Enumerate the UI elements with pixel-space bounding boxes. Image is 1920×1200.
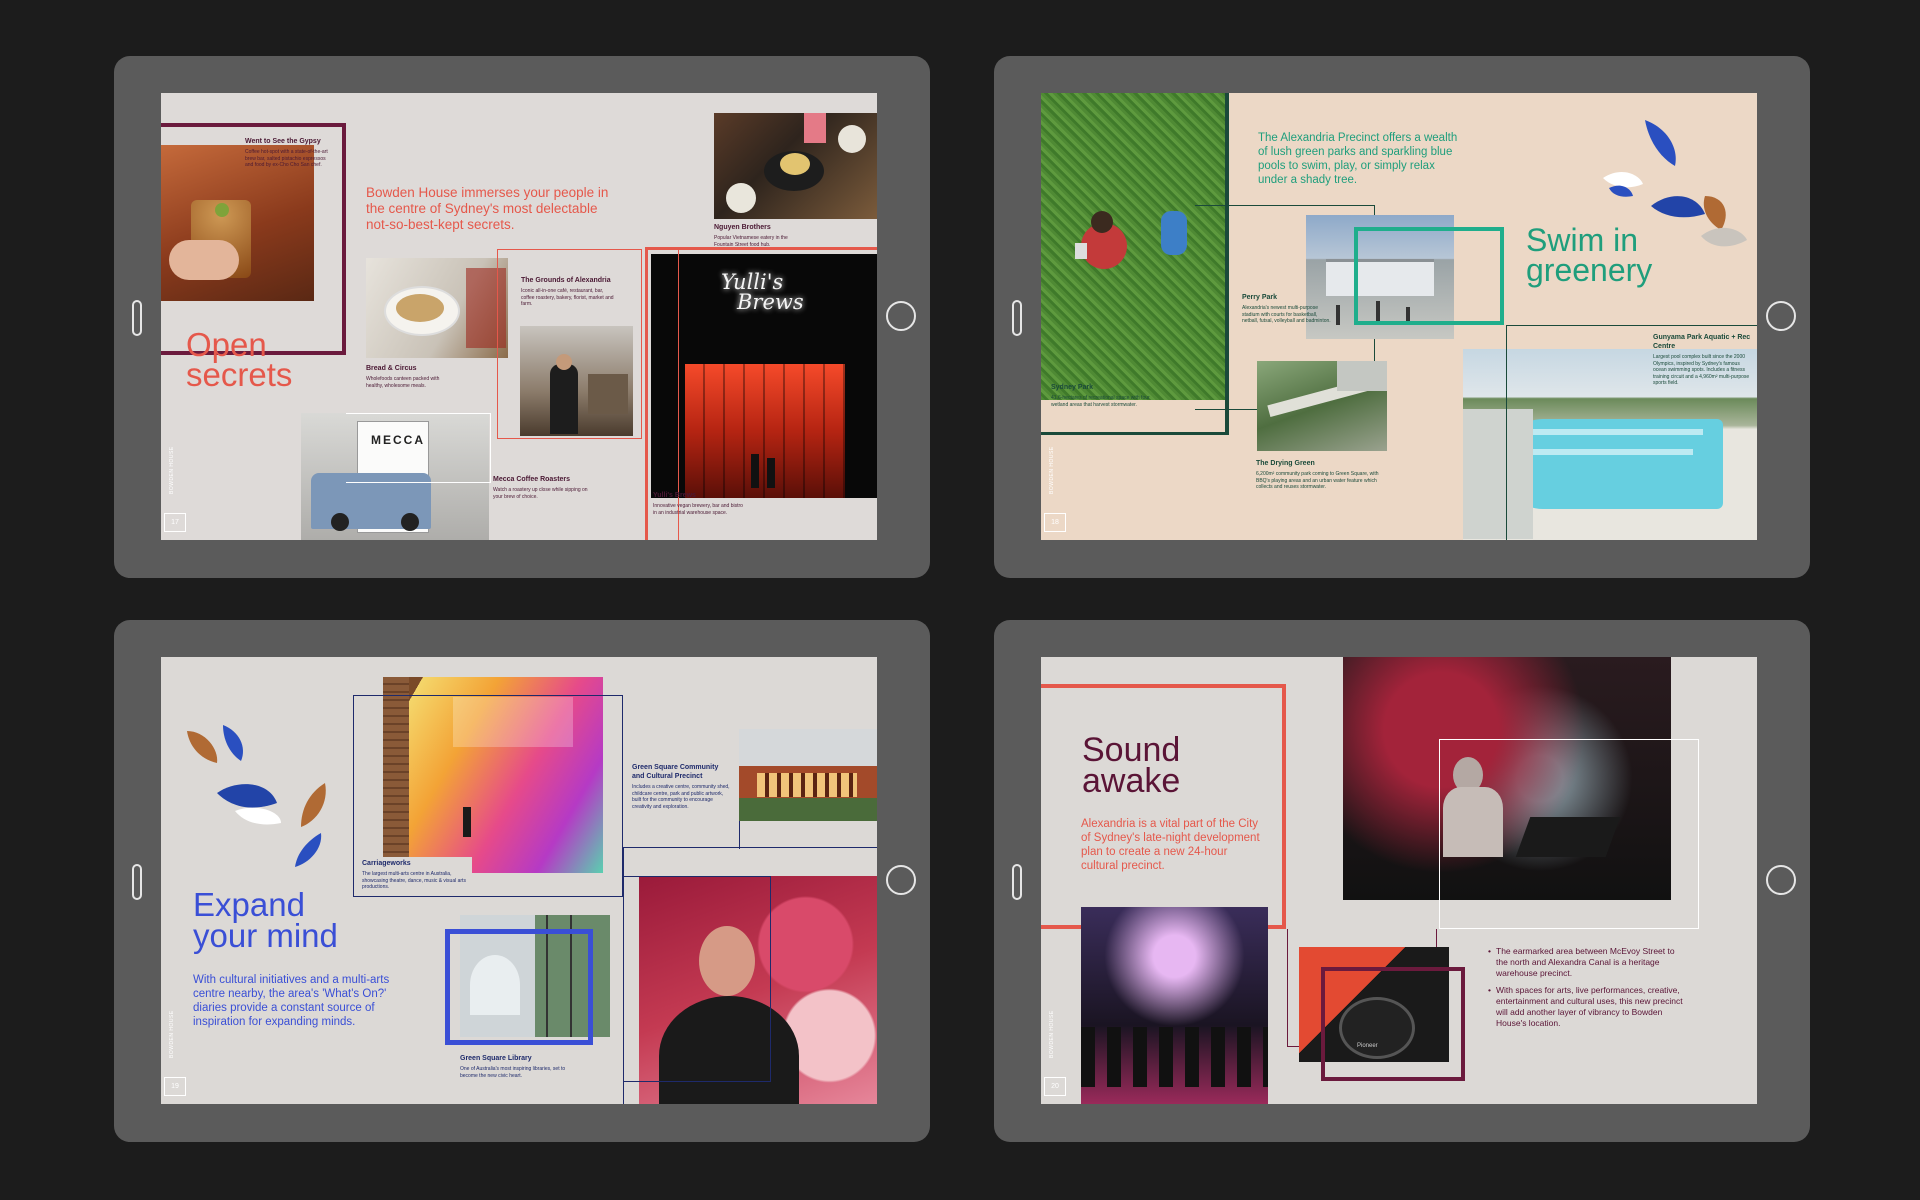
venue-grounds: The Grounds of Alexandria Iconic all-in-… (521, 277, 614, 307)
camera-icon (132, 864, 142, 900)
neon-sign: Yulli's Brews (721, 270, 804, 314)
accent-frame (1321, 967, 1465, 1081)
intro-text: Bowden House immerses your people in the… (366, 185, 609, 232)
page-title: Open secrets (186, 326, 293, 393)
page-title: Expand your mind (193, 886, 338, 954)
grounds-photo (520, 326, 633, 436)
page-sound-awake: Sound awake Alexandria is a vital part o… (1041, 657, 1757, 1104)
page-title: Swim in greenery (1526, 222, 1653, 288)
brand-label: BOWDEN HOUSE (169, 446, 175, 494)
page-expand-your-mind: Carriageworks The largest multi-arts cen… (161, 657, 877, 1104)
bullet-list: • The earmarked area between McEvoy Stree… (1488, 946, 1688, 1029)
venue-green-square-precinct: Green Square Community and Cultural Prec… (632, 764, 730, 810)
food-photo (714, 113, 877, 219)
accent-frame (623, 876, 771, 1082)
venue-nguyen: Nguyen Brothers Popular Vietnamese eater… (714, 224, 788, 248)
page-number: 19 (164, 1077, 186, 1096)
brand-label: BOWDEN HOUSE (1049, 446, 1055, 494)
venue-yullis: Yulli's Brews Innovative vegan brewery, … (653, 492, 743, 516)
list-item: • The earmarked area between McEvoy Stree… (1488, 946, 1675, 978)
venue-bread-circus: Bread & Circus Wholefoods canteen packed… (366, 365, 440, 389)
venue-perry-park: Perry Park Alexandria's newest multi-pur… (1242, 294, 1331, 324)
tablet-frame: Sydney Park 41.6-hectares of recreationa… (994, 56, 1810, 578)
page-title: Sound awake (1082, 731, 1181, 800)
intro-text: Alexandria is a vital part of the City o… (1081, 818, 1260, 872)
accent-frame (1354, 227, 1504, 325)
accent-frame (1041, 684, 1286, 929)
accent-frame (346, 413, 491, 483)
venue-sydney-park: Sydney Park 41.6-hectares of recreationa… (1051, 384, 1150, 408)
tablet-frame: Carriageworks The largest multi-arts cen… (114, 620, 930, 1142)
page-open-secrets: Went to See the Gypsy Coffee hot-spot wi… (161, 93, 877, 540)
brand-label: BOWDEN HOUSE (169, 1010, 175, 1058)
precinct-building-photo (739, 729, 877, 821)
home-button[interactable] (886, 865, 916, 895)
brand-label: BOWDEN HOUSE (1049, 1010, 1055, 1058)
venue-library: Green Square Library One of Australia's … (460, 1055, 566, 1079)
camera-icon (1012, 864, 1022, 900)
page-swim-in-greenery: Sydney Park 41.6-hectares of recreationa… (1041, 93, 1757, 540)
home-button[interactable] (886, 301, 916, 331)
page-number: 18 (1044, 513, 1066, 532)
venue-gunyama: Gunyama Park Aquatic + Rec Centre Larges… (1653, 334, 1751, 386)
venue-drying-green: The Drying Green 6,200m² community park … (1256, 460, 1379, 490)
drying-green-photo (1257, 361, 1387, 451)
accent-frame (739, 821, 740, 849)
camera-icon (132, 300, 142, 336)
venue-mecca: Mecca Coffee Roasters Watch a roastery u… (493, 476, 588, 500)
club-crowd-photo (1081, 907, 1268, 1104)
venue-carriageworks: Carriageworks The largest multi-arts cen… (360, 857, 472, 893)
list-item: • With spaces for arts, live performances… (1488, 985, 1683, 1028)
page-number: 20 (1044, 1077, 1066, 1096)
home-button[interactable] (1766, 865, 1796, 895)
accent-frame (445, 929, 593, 1045)
venue-gypsy: Went to See the Gypsy Coffee hot-spot wi… (245, 138, 328, 168)
intro-text: The Alexandria Precinct offers a wealth … (1258, 132, 1458, 186)
yullis-photo: Yulli's Brews (651, 254, 877, 498)
leaves-illustration (187, 725, 326, 867)
accent-frame (1439, 739, 1699, 929)
bread-circus-photo (366, 258, 508, 358)
intro-text: With cultural initiatives and a multi-ar… (193, 974, 390, 1028)
page-number: 17 (164, 513, 186, 532)
camera-icon (1012, 300, 1022, 336)
tablet-frame: Went to See the Gypsy Coffee hot-spot wi… (114, 56, 930, 578)
home-button[interactable] (1766, 301, 1796, 331)
tablet-frame: Sound awake Alexandria is a vital part o… (994, 620, 1810, 1142)
